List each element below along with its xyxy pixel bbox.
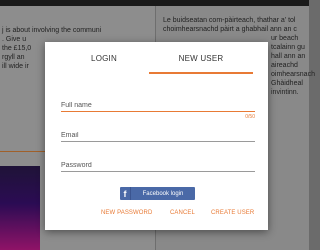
active-tab-indicator xyxy=(149,72,253,74)
tab-login[interactable]: LOGIN xyxy=(59,42,149,74)
full-name-underline xyxy=(61,111,255,112)
bg-left-line: j is about involving the communi xyxy=(2,27,102,34)
auth-tabs: LOGIN NEW USER xyxy=(45,42,268,74)
facebook-login-button[interactable]: f Facebook login xyxy=(120,187,195,200)
new-password-button[interactable]: NEW PASSWORD xyxy=(101,210,152,216)
bg-right-line: choimhearsnachd pàirt a ghabhail ann an … xyxy=(163,26,297,33)
full-name-input[interactable] xyxy=(61,99,255,111)
signup-dialog: LOGIN NEW USER 0/50 f Facebook login NEW… xyxy=(45,42,268,230)
email-underline xyxy=(61,141,255,142)
background-image-overlay xyxy=(0,166,40,250)
password-input[interactable] xyxy=(61,159,255,171)
password-field xyxy=(61,159,255,172)
email-input[interactable] xyxy=(61,129,255,141)
bg-right-line: Le buidseatan com-pàirteach, thathar a' … xyxy=(163,17,296,24)
dialog-actions: NEW PASSWORD CANCEL CREATE USER xyxy=(45,210,268,222)
cancel-button[interactable]: CANCEL xyxy=(170,210,195,216)
full-name-field: 0/50 xyxy=(61,99,255,120)
tab-new-user[interactable]: NEW USER xyxy=(149,42,253,74)
email-field xyxy=(61,129,255,142)
facebook-login-label: Facebook login xyxy=(142,190,184,197)
create-user-button[interactable]: CREATE USER xyxy=(211,210,254,216)
password-underline xyxy=(61,171,255,172)
full-name-char-counter: 0/50 xyxy=(245,114,255,120)
facebook-icon: f xyxy=(120,187,131,200)
